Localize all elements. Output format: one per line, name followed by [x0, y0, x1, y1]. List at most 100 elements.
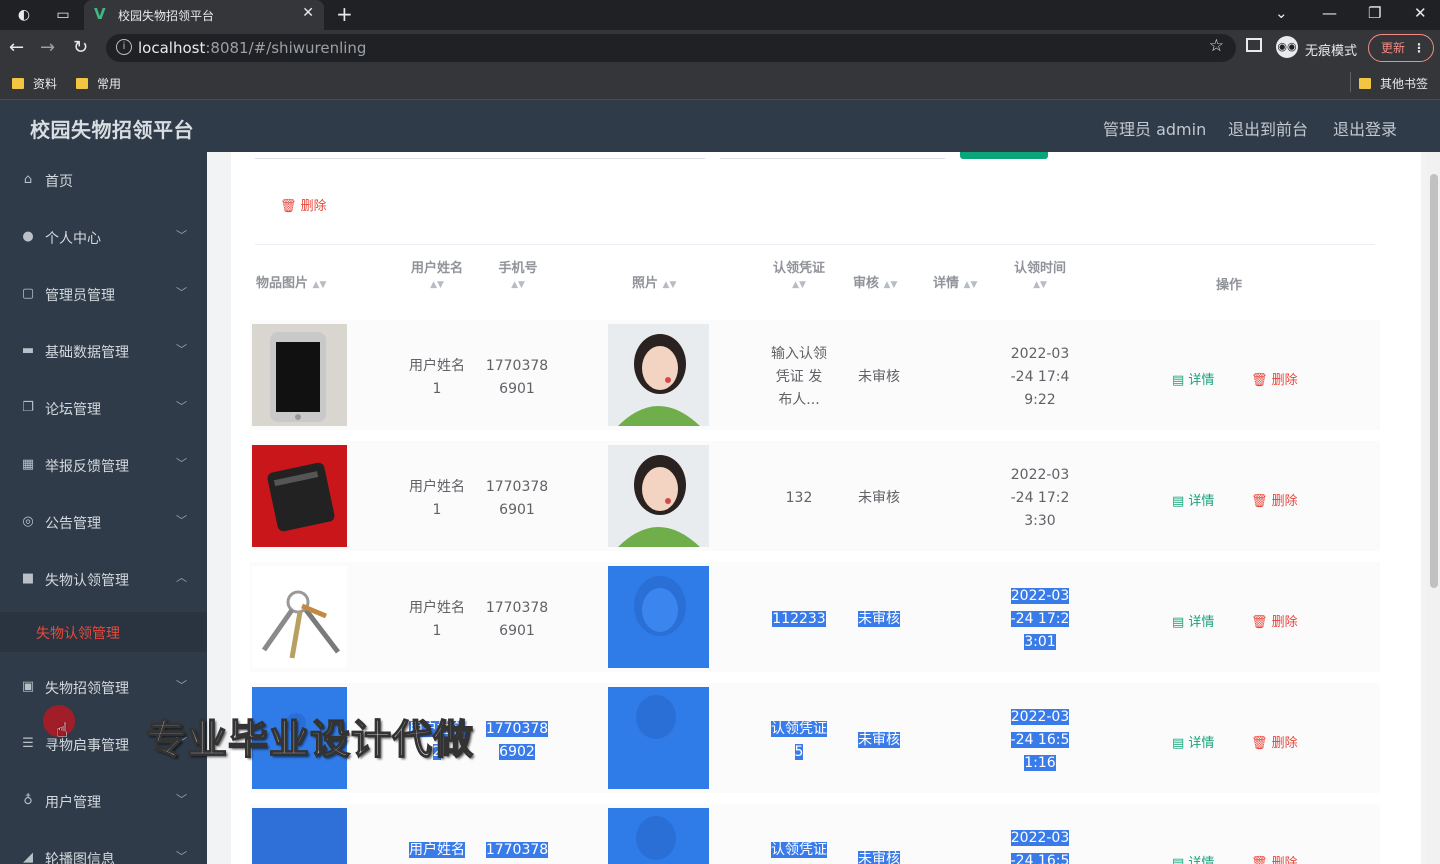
sidebar-subitem-claim-manage[interactable]: 失物认领管理 — [0, 612, 207, 652]
cell-voucher: 132 — [785, 490, 813, 506]
cell-claim-time: 2022-03 -24 16:5 — [1005, 827, 1075, 864]
th-detail[interactable]: 详情 ▲▼ — [933, 272, 977, 291]
incognito-icon[interactable]: ◉◉ — [1276, 36, 1298, 58]
sidebar-item-base-data[interactable]: ▬ 基础数据管理 ﹀ — [0, 331, 207, 371]
cell-voucher: 输入认领 凭证 发布人... — [771, 346, 827, 408]
sidebar-item-carousel[interactable]: ◢ 轮播图信息 ﹀ — [0, 838, 207, 864]
briefcase-icon: ▬ — [21, 343, 35, 358]
th-phone[interactable]: 手机号 ▲▼ — [496, 257, 540, 291]
chevron-down-icon: ﹀ — [176, 457, 187, 470]
chevron-down-icon: ﹀ — [176, 286, 187, 299]
search-field-underline — [255, 158, 705, 159]
app-title: 校园失物招领平台 — [30, 118, 194, 142]
cell-claim-time: 2022-03 -24 16:5 1:16 — [1010, 709, 1070, 771]
tab-list-chevron-icon[interactable]: ⌄ — [1275, 4, 1288, 22]
sidebar-item-forum[interactable]: ❐ 论坛管理 ﹀ — [0, 388, 207, 428]
cell-claim-time: 2022-03 -24 17:2 3:30 — [1010, 467, 1070, 529]
site-info-icon[interactable]: i — [116, 39, 132, 55]
th-item-image[interactable]: 物品图片 ▲▼ — [256, 272, 326, 291]
filter-icon: ☰ — [22, 736, 34, 751]
sort-icon: ▲▼ — [963, 280, 978, 290]
cell-voucher: 认领凭证 5 — [771, 721, 827, 760]
minimize-icon[interactable]: — — [1322, 4, 1337, 22]
sidebar-item-notice[interactable]: ◎ 公告管理 ﹀ — [0, 502, 207, 542]
home-icon: ⌂ — [23, 172, 33, 187]
browser-tab[interactable]: V 校园失物招领平台 ✕ — [84, 0, 324, 30]
delete-button[interactable]: 🗑 删除 — [1251, 490, 1298, 509]
detail-button[interactable]: ▤ 详情 — [1172, 611, 1214, 630]
cell-claim-time: 2022-03 -24 17:2 3:01 — [1010, 588, 1070, 650]
chat-icon: ▢ — [21, 286, 35, 301]
chevron-down-icon: ﹀ — [176, 679, 187, 692]
back-to-front-link[interactable]: 退出到前台 — [1228, 116, 1308, 140]
new-tab-icon[interactable]: + — [336, 2, 353, 26]
update-button[interactable]: 更新 ⋮ — [1368, 34, 1434, 62]
menu-dots-icon[interactable]: ⋮ — [1413, 35, 1425, 61]
reload-icon[interactable]: ↻ — [73, 37, 88, 59]
detail-button[interactable]: ▤ 详情 — [1172, 490, 1214, 509]
mic-icon: ♁ — [23, 793, 33, 808]
bookmark-folder-other[interactable]: 其他书签 — [1359, 75, 1428, 92]
detail-button[interactable]: ▤ 详情 — [1172, 732, 1214, 751]
th-user-name[interactable]: 用户姓名 ▲▼ — [408, 257, 466, 291]
restore-icon[interactable]: ❐ — [1368, 4, 1381, 22]
cell-voucher: 112233 — [772, 611, 826, 627]
batch-delete-button[interactable]: 🗑 删除 — [280, 195, 327, 214]
copy-icon: ❐ — [22, 400, 34, 415]
user-photo-selected — [608, 808, 709, 864]
cell-review: 未审核 — [858, 732, 900, 748]
delete-button[interactable]: 🗑 删除 — [1251, 732, 1298, 751]
bookmark-star-icon[interactable]: ☆ — [1209, 36, 1224, 56]
th-photo[interactable]: 照片 ▲▼ — [632, 272, 676, 291]
logout-link[interactable]: 退出登录 — [1333, 116, 1397, 140]
close-window-icon[interactable]: ✕ — [1414, 4, 1427, 22]
sidebar-item-found[interactable]: ▣ 失物招领管理 ﹀ — [0, 667, 207, 707]
user-photo — [608, 324, 709, 426]
cell-user-name: 用户姓名 1 — [409, 479, 465, 518]
tab-search-icon[interactable]: ▭ — [53, 5, 73, 25]
delete-button[interactable]: 🗑 删除 — [1251, 611, 1298, 630]
chevron-up-icon: ︿ — [176, 571, 187, 584]
trash-icon: 🗑 — [1251, 615, 1272, 630]
browser-tab-bar: ◐ ▭ V 校园失物招领平台 ✕ + ⌄ — ❐ ✕ — [0, 0, 1440, 30]
chevron-down-icon: ﹀ — [176, 400, 187, 413]
sort-icon: ▲▼ — [792, 280, 806, 290]
sidebar-item-admins[interactable]: ▢ 管理员管理 ﹀ — [0, 274, 207, 314]
sidebar-item-claim[interactable]: ■ 失物认领管理 ︿ — [0, 559, 207, 599]
cell-user-name: 用户姓名 1 — [409, 358, 465, 397]
scrollbar-thumb[interactable] — [1430, 174, 1438, 588]
tab-close-icon[interactable]: ✕ — [302, 5, 314, 21]
hand-cursor-icon: ☝ — [56, 718, 69, 742]
bookmark-folder-ziliao[interactable]: 资料 — [12, 75, 57, 92]
bookmark-separator — [1350, 72, 1351, 92]
cell-review: 未审核 — [858, 369, 900, 385]
forward-icon[interactable]: → — [40, 37, 55, 59]
browser-profile-icon[interactable]: ◐ — [14, 5, 34, 25]
th-voucher[interactable]: 认领凭证 ▲▼ — [770, 257, 828, 291]
url-input[interactable]: i localhost:8081/#/shiwurenling ☆ — [106, 34, 1236, 62]
side-panel-icon[interactable] — [1246, 38, 1262, 52]
app-header: 校园失物招领平台 管理员 admin 退出到前台 退出登录 — [0, 100, 1440, 152]
sidebar-item-profile[interactable]: ● 个人中心 ﹀ — [0, 217, 207, 257]
incognito-label: 无痕模式 — [1305, 44, 1358, 59]
sidebar-item-home[interactable]: ⌂ 首页 — [0, 160, 207, 200]
detail-button[interactable]: ▤ 详情 — [1172, 369, 1214, 388]
sidebar-item-users[interactable]: ♁ 用户管理 ﹀ — [0, 781, 207, 821]
back-icon[interactable]: ← — [9, 37, 24, 59]
chevron-down-icon: ﹀ — [176, 793, 187, 806]
folder-icon — [1359, 78, 1371, 89]
th-review[interactable]: 审核 ▲▼ — [853, 272, 897, 291]
th-claim-time[interactable]: 认领时间 ▲▼ — [1011, 257, 1069, 291]
trash-icon: 🗑 — [1251, 494, 1272, 509]
cell-phone: 1770378 6902 — [485, 721, 549, 760]
cell-phone: 1770378 6901 — [485, 600, 549, 639]
chevron-down-icon: ﹀ — [176, 850, 187, 863]
cell-phone: 1770378 6901 — [485, 479, 549, 518]
detail-button[interactable]: ▤ 详情 — [1172, 852, 1214, 864]
sort-icon: ▲▼ — [1033, 280, 1047, 290]
bookmark-folder-changyong[interactable]: 常用 — [76, 75, 121, 92]
delete-button[interactable]: 🗑 删除 — [1251, 369, 1298, 388]
search-button[interactable] — [960, 152, 1048, 159]
delete-button[interactable]: 🗑 删除 — [1251, 852, 1298, 864]
sidebar-item-report[interactable]: ▦ 举报反馈管理 ﹀ — [0, 445, 207, 485]
